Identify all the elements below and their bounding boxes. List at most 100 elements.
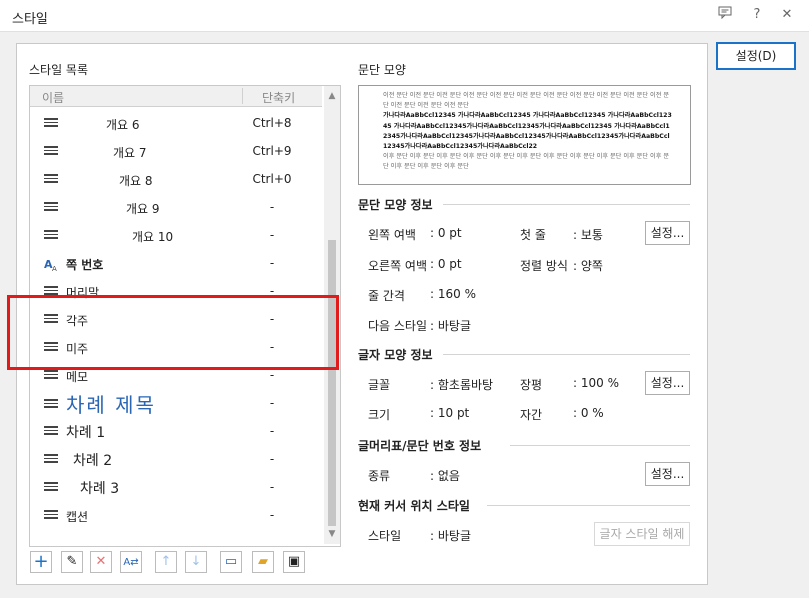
list-item-label: 차례 제목 bbox=[66, 393, 156, 417]
list-item-label: 차례 3 bbox=[80, 481, 120, 497]
divider bbox=[443, 204, 690, 205]
move-up-button[interactable]: ↑ bbox=[155, 551, 177, 573]
list-item-key: - bbox=[269, 368, 275, 382]
first-line-label: 첫 줄 bbox=[520, 228, 546, 242]
paragraph-icon bbox=[44, 146, 58, 158]
col-key-header[interactable]: 단축키 bbox=[262, 89, 295, 106]
preview-current-text: 가나다라AaBbCcl12345 가나다라AaBbCcl12345 가나다라Aa… bbox=[383, 112, 672, 151]
list-item-label: 개요 7 bbox=[113, 146, 147, 160]
list-item-key: - bbox=[269, 256, 275, 270]
line-spacing-label: 줄 간격 bbox=[368, 289, 405, 303]
list-item[interactable]: 차례 2 - bbox=[30, 446, 322, 474]
list-item-key: - bbox=[269, 508, 275, 522]
paragraph-icon bbox=[44, 230, 58, 242]
list-item-label: 쪽 번호 bbox=[66, 258, 104, 272]
para-info-heading: 문단 모양 정보 bbox=[358, 198, 433, 212]
paragraph-icon bbox=[44, 510, 58, 522]
list-item[interactable]: 개요 9 - bbox=[30, 194, 322, 222]
paragraph-icon bbox=[44, 370, 58, 382]
col-name-header[interactable]: 이름 bbox=[42, 89, 64, 106]
right-margin-value: : 0 pt bbox=[430, 257, 462, 271]
move-down-button[interactable]: ↓ bbox=[185, 551, 207, 573]
width-value: : 100 % bbox=[573, 376, 619, 390]
list-item-key: - bbox=[269, 200, 275, 214]
paragraph-icon bbox=[44, 426, 58, 438]
width-label: 장평 bbox=[520, 378, 543, 392]
left-margin-label: 왼쪽 여백 bbox=[368, 228, 416, 242]
list-item[interactable]: 개요 6 Ctrl+8 bbox=[30, 110, 322, 138]
preview-prev-text: 이전 문단 이전 문단 이전 문단 이전 문단 이전 문단 이전 문단 이전 문… bbox=[383, 92, 670, 110]
size-label: 크기 bbox=[368, 408, 391, 422]
scroll-thumb[interactable] bbox=[328, 240, 336, 526]
style-list-heading: 스타일 목록 bbox=[29, 63, 89, 77]
paragraph-icon bbox=[44, 399, 58, 411]
paragraph-preview: 이전 문단 이전 문단 이전 문단 이전 문단 이전 문단 이전 문단 이전 문… bbox=[358, 85, 691, 185]
first-line-value: : 보통 bbox=[573, 228, 603, 242]
set-button[interactable]: 설정(D) bbox=[716, 42, 796, 70]
char-settings-button[interactable]: 설정... bbox=[645, 371, 690, 395]
list-item[interactable]: 캡션 - bbox=[30, 502, 322, 530]
para-settings-button[interactable]: 설정... bbox=[645, 221, 690, 245]
scroll-down-icon[interactable]: ▼ bbox=[324, 526, 340, 542]
list-item[interactable]: 차례 제목 - bbox=[30, 388, 322, 418]
list-item-key: - bbox=[269, 424, 275, 438]
list-item[interactable]: 개요 10 - bbox=[30, 222, 322, 250]
window-title: 스타일 bbox=[12, 12, 48, 27]
list-item-label: 개요 8 bbox=[119, 174, 153, 188]
next-style-label: 다음 스타일 bbox=[368, 319, 428, 333]
col-divider bbox=[242, 88, 243, 104]
char-style-icon: AA bbox=[44, 256, 60, 273]
list-item[interactable]: AA 쪽 번호 - bbox=[30, 250, 322, 278]
cursor-style-label: 스타일 bbox=[368, 529, 402, 543]
plus-icon: + bbox=[33, 551, 49, 572]
highlight-box bbox=[7, 295, 339, 370]
align-value: : 양쪽 bbox=[573, 259, 603, 273]
paragraph-icon bbox=[44, 202, 58, 214]
spacing-label: 자간 bbox=[520, 408, 543, 422]
replace-style-button[interactable]: A⇄ bbox=[120, 551, 142, 573]
numbering-heading: 글머리표/문단 번호 정보 bbox=[358, 439, 482, 453]
delete-style-button[interactable]: ✕ bbox=[90, 551, 112, 573]
line-spacing-value: : 160 % bbox=[430, 287, 476, 301]
list-item-key: Ctrl+8 bbox=[252, 116, 292, 130]
paragraph-icon bbox=[44, 482, 58, 494]
list-item[interactable]: 개요 7 Ctrl+9 bbox=[30, 138, 322, 166]
paragraph-icon bbox=[44, 454, 58, 466]
list-item-label: 개요 9 bbox=[126, 202, 160, 216]
list-item[interactable]: 차례 3 - bbox=[30, 474, 322, 502]
help-chat-icon[interactable] bbox=[716, 6, 734, 24]
arrow-up-icon: ↑ bbox=[160, 554, 172, 569]
save-style-button[interactable]: ▣ bbox=[283, 551, 305, 573]
arrow-down-icon: ↓ bbox=[190, 554, 202, 569]
replace-icon: A⇄ bbox=[123, 557, 139, 568]
list-item-label: 캡션 bbox=[66, 510, 89, 524]
list-item-key: Ctrl+9 bbox=[252, 144, 292, 158]
help-question-icon[interactable]: ? bbox=[748, 6, 766, 24]
font-value: : 함초롬바탕 bbox=[430, 378, 494, 392]
list-item-label: 메모 bbox=[66, 370, 89, 384]
delete-icon: ✕ bbox=[95, 554, 107, 569]
list-item[interactable]: 차례 1 - bbox=[30, 418, 322, 446]
list-item-key: Ctrl+0 bbox=[252, 172, 292, 186]
scroll-up-icon[interactable]: ▲ bbox=[324, 88, 340, 104]
list-item[interactable]: 개요 8 Ctrl+0 bbox=[30, 166, 322, 194]
spacing-value: : 0 % bbox=[573, 406, 604, 420]
char-info-heading: 글자 모양 정보 bbox=[358, 348, 433, 362]
numbering-settings-button[interactable]: 설정... bbox=[645, 462, 690, 486]
close-icon[interactable]: ✕ bbox=[778, 6, 796, 24]
add-style-button[interactable]: + bbox=[30, 551, 52, 573]
list-item-key: - bbox=[269, 452, 275, 466]
open-style-button[interactable]: ▰ bbox=[252, 551, 274, 573]
divider bbox=[510, 445, 690, 446]
divider bbox=[487, 505, 690, 506]
cursor-style-value: : 바탕글 bbox=[430, 529, 471, 543]
pencil-icon: ✎ bbox=[66, 554, 78, 569]
import-style-button[interactable]: ▭ bbox=[220, 551, 242, 573]
font-label: 글꼴 bbox=[368, 378, 391, 392]
list-item-label: 차례 1 bbox=[66, 425, 106, 441]
edit-style-button[interactable]: ✎ bbox=[61, 551, 83, 573]
list-item-label: 개요 10 bbox=[132, 230, 174, 244]
paragraph-icon bbox=[44, 174, 58, 186]
char-style-off-button[interactable]: 글자 스타일 해제 bbox=[594, 522, 690, 546]
list-item-key: - bbox=[269, 228, 275, 242]
